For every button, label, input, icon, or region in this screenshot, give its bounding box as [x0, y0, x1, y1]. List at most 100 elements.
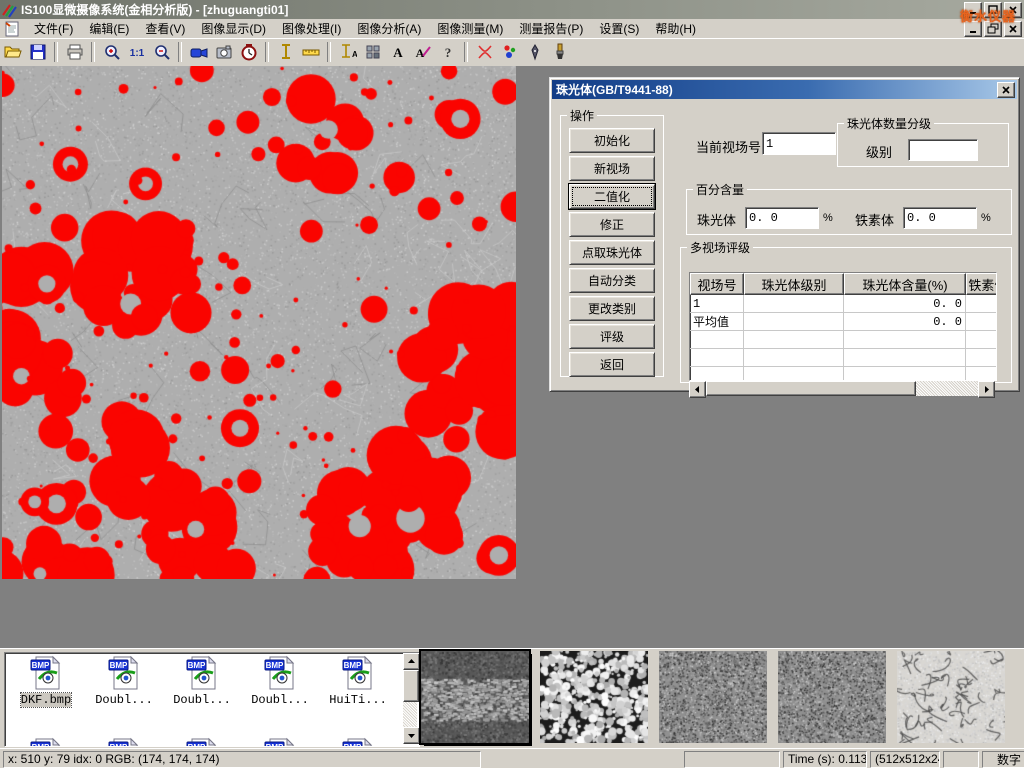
dialog-title-bar[interactable]: 珠光体(GB/T9441-88) — [552, 80, 1017, 99]
auto-classify-button[interactable]: 自动分类 — [569, 268, 655, 293]
timer-button[interactable] — [236, 40, 261, 64]
scrollbar-track[interactable] — [403, 702, 417, 727]
grading-group: 珠光体数量分级 级别 — [837, 115, 1009, 167]
binarize-button[interactable]: 二值化 — [569, 184, 655, 209]
pick-pearlite-button[interactable]: 点取珠光体 — [569, 240, 655, 265]
preview-thumb-5[interactable] — [897, 651, 1005, 743]
file-item[interactable]: BMP — [85, 737, 163, 747]
grading-table[interactable]: 视场号珠光体级别珠光体含量(%)铁素体含量(%) 10. 0平均值0. 0 — [689, 272, 997, 381]
metallographic-image[interactable] — [2, 66, 516, 579]
preview-thumb-4[interactable] — [778, 651, 886, 743]
menu-settings[interactable]: 设置(S) — [591, 18, 647, 39]
init-button[interactable]: 初始化 — [569, 128, 655, 153]
table-row[interactable]: 平均值0. 0 — [690, 313, 996, 331]
table-column-header[interactable]: 珠光体含量(%) — [844, 273, 966, 295]
ferrite-percent-sign: % — [981, 212, 991, 224]
file-item[interactable]: BMP — [7, 737, 85, 747]
preview-thumb-3[interactable] — [659, 651, 767, 743]
file-item[interactable]: BMPDoubl... — [85, 655, 163, 737]
table-row[interactable]: 10. 0 — [690, 295, 996, 313]
percent-group: 百分含量 珠光体 0. 0 % 铁素体 0. 0 % — [686, 181, 1012, 235]
zoom-in-button[interactable] — [99, 40, 124, 64]
scroll-up-button[interactable] — [403, 653, 420, 670]
svg-text:BMP: BMP — [188, 661, 206, 670]
menu-edit[interactable]: 编辑(E) — [81, 18, 137, 39]
timer-icon — [240, 43, 258, 61]
table-row[interactable] — [690, 349, 996, 367]
menu-image-display[interactable]: 图像显示(D) — [193, 18, 274, 39]
brush-tool-button[interactable] — [547, 40, 572, 64]
caliper-button[interactable] — [273, 40, 298, 64]
scrollbar-track[interactable] — [916, 381, 978, 396]
actual-size-button[interactable]: 1:1 — [124, 40, 149, 64]
table-row[interactable] — [690, 367, 996, 381]
menu-view[interactable]: 查看(V) — [137, 18, 193, 39]
file-item[interactable]: BMP — [241, 737, 319, 747]
operations-group: 操作 初始化新视场二值化修正点取珠光体自动分类更改类别评级返回 — [560, 107, 664, 377]
photo-camera-button[interactable] — [211, 40, 236, 64]
menu-image-measure[interactable]: 图像测量(M) — [429, 18, 511, 39]
current-field-input[interactable]: 1 — [762, 132, 836, 155]
table-cell — [966, 295, 997, 313]
table-cell: 平均值 — [690, 313, 744, 331]
toolbar-separator — [54, 42, 58, 62]
menu-file[interactable]: 文件(F) — [26, 18, 81, 39]
preview-thumb-2[interactable] — [540, 651, 648, 743]
video-camera-button[interactable] — [186, 40, 211, 64]
menu-image-process[interactable]: 图像处理(I) — [274, 18, 349, 39]
file-item[interactable]: BMP — [163, 737, 241, 747]
save-button[interactable] — [25, 40, 50, 64]
file-item[interactable]: BMPDKF.bmp — [7, 655, 85, 737]
ruler-button[interactable] — [298, 40, 323, 64]
scrollbar-thumb[interactable] — [403, 670, 419, 702]
phase-particles-button[interactable] — [497, 40, 522, 64]
table-cell — [844, 367, 966, 381]
curve-tool-button[interactable] — [472, 40, 497, 64]
annotate-button[interactable]: A — [410, 40, 435, 64]
digital-mode: 数字 — [982, 751, 1024, 768]
menu-bar: 文件(F)编辑(E)查看(V)图像显示(D)图像处理(I)图像分析(A)图像测量… — [0, 19, 1024, 39]
menu-image-analysis[interactable]: 图像分析(A) — [349, 18, 429, 39]
level-input[interactable] — [908, 139, 978, 161]
correct-button[interactable]: 修正 — [569, 212, 655, 237]
file-browser[interactable]: BMPDKF.bmpBMPDoubl...BMPDoubl...BMPDoubl… — [4, 652, 420, 747]
file-item[interactable]: BMP — [319, 737, 397, 747]
table-cell: 1 — [690, 295, 744, 313]
open-file-button[interactable] — [0, 40, 25, 64]
document-icon[interactable] — [4, 21, 20, 37]
file-item[interactable]: BMPHuiTi... — [319, 655, 397, 737]
file-item[interactable]: BMPDoubl... — [241, 655, 319, 737]
scrollbar-thumb[interactable] — [706, 381, 916, 396]
ferrite-percent-input[interactable]: 0. 0 — [903, 207, 977, 229]
scroll-down-button[interactable] — [403, 727, 420, 744]
menu-help[interactable]: 帮助(H) — [647, 18, 704, 39]
scroll-right-button[interactable] — [978, 381, 995, 398]
change-class-button[interactable]: 更改类别 — [569, 296, 655, 321]
file-item[interactable]: BMPDoubl... — [163, 655, 241, 737]
file-vertical-scrollbar[interactable] — [403, 653, 419, 744]
print-button[interactable] — [62, 40, 87, 64]
new-field-button[interactable]: 新视场 — [569, 156, 655, 181]
table-column-header[interactable]: 珠光体级别 — [744, 273, 844, 295]
table-row[interactable] — [690, 331, 996, 349]
preview-thumb-1[interactable] — [421, 651, 529, 743]
table-horizontal-scrollbar[interactable] — [689, 381, 995, 396]
zoom-out-button[interactable] — [149, 40, 174, 64]
table-column-header[interactable]: 视场号 — [690, 273, 744, 295]
grade-button[interactable]: 评级 — [569, 324, 655, 349]
cursor-readout: x: 510 y: 79 idx: 0 RGB: (174, 174, 174) — [3, 751, 481, 768]
pearlite-percent-input[interactable]: 0. 0 — [745, 207, 819, 229]
help-button[interactable]: ? — [435, 40, 460, 64]
dialog-close-button[interactable] — [997, 82, 1015, 98]
grid-button[interactable] — [360, 40, 385, 64]
table-column-header[interactable]: 铁素体含量(%) — [966, 273, 997, 295]
scroll-left-button[interactable] — [689, 381, 706, 398]
table-cell — [966, 367, 997, 381]
file-name: DKF.bmp — [21, 693, 71, 707]
menu-measure-report[interactable]: 测量报告(P) — [511, 18, 591, 39]
text-label-button[interactable]: A — [385, 40, 410, 64]
table-cell — [690, 331, 744, 349]
return-button[interactable]: 返回 — [569, 352, 655, 377]
measure-text-button[interactable]: A — [335, 40, 360, 64]
pen-tool-button[interactable] — [522, 40, 547, 64]
